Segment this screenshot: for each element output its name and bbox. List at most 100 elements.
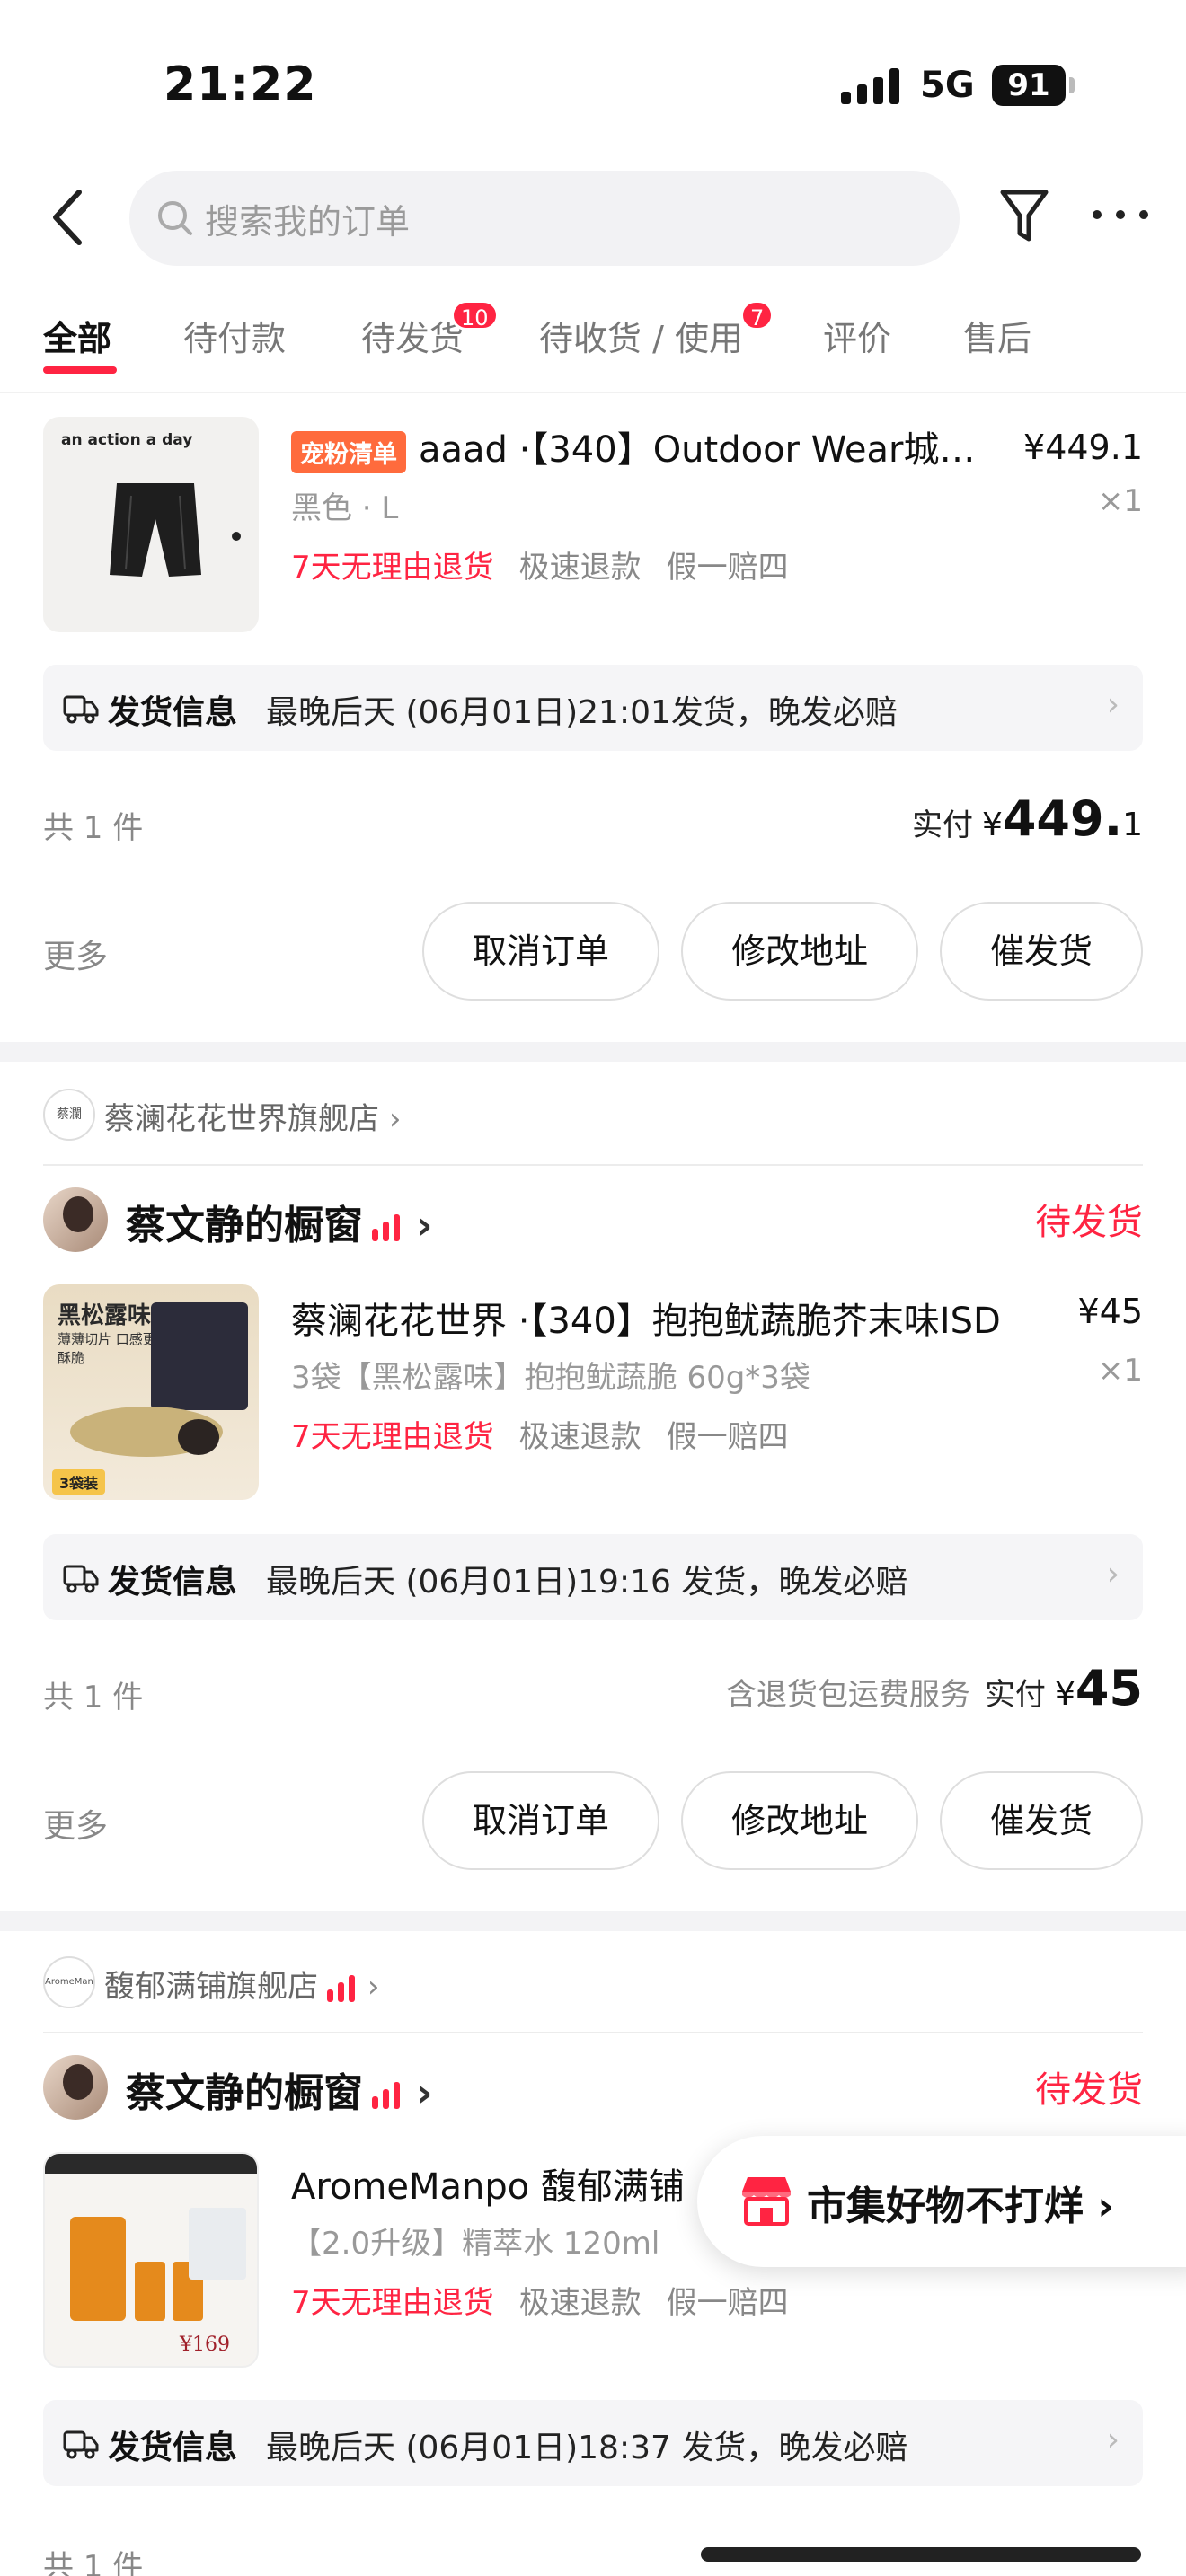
tab-pending-payment[interactable]: 待付款 [183,311,286,360]
tab-reviews[interactable]: 评价 [823,311,891,360]
fake-compensation: 假一赔四 [666,1419,789,1455]
market-promo-button[interactable]: 市集好物不打烊 › [697,2136,1186,2267]
product-thumbnail[interactable]: an action a day [43,417,259,632]
seller-name: 蔡文静的橱窗 [126,2070,363,2116]
chevron-right-icon: › [1106,2422,1120,2458]
product-spec: 3袋【黑松露味】抱抱鱿蔬脆 60g*3袋 [291,1360,810,1396]
order-card: an action a day 宠粉清单 aaad ·【340】Outdoor W… [0,395,1186,1042]
section-gap [0,1042,1186,1062]
fast-refund: 极速退款 [518,1419,642,1455]
live-icon [327,1974,358,2002]
cancel-order-button[interactable]: 取消订单 [422,1771,659,1870]
filter-icon[interactable] [997,185,1051,248]
status-bar: 21:22 5G 91 [0,0,1186,171]
more-link[interactable]: 更多 [43,931,108,977]
urge-shipment-button[interactable]: 催发货 [940,1771,1143,1870]
store-name: 馥郁满铺旗舰店 [104,1969,318,2005]
seller-row[interactable]: 蔡文静的橱窗 › 待发货 [43,1184,1143,1256]
amount-integer: 449. [1002,790,1123,847]
change-address-button[interactable]: 修改地址 [681,902,918,1001]
shipping-text: 最晚后天 (06月01日)18:37 发货，晚发必赔 [266,2430,908,2466]
search-icon [155,198,196,239]
avatar [43,1187,108,1252]
truck-icon [63,2430,99,2459]
tab-pending-receipt[interactable]: 待收货 / 使用 [539,311,743,360]
currency-symbol: ¥ [981,807,1003,843]
shipping-label: 发货信息 [108,1564,238,1601]
battery-icon: 91 [992,65,1066,106]
product-thumbnail[interactable]: ¥169 [43,2152,259,2368]
search-input[interactable]: 搜索我的订单 [129,171,960,266]
section-gap [0,1911,1186,1931]
return-policy: 7天无理由退货 [291,550,494,586]
tab-underline [43,366,117,374]
seller-row[interactable]: 蔡文静的橱窗 › 待发货 [43,2051,1143,2123]
back-icon[interactable] [43,176,97,257]
more-icon[interactable] [1093,205,1150,226]
item-count: 共 1 件 [43,810,144,846]
shipping-info-bar[interactable]: 发货信息 最晚后天 (06月01日)18:37 发货，晚发必赔 › [43,2400,1143,2486]
tab-pending-shipment[interactable]: 待发货 [361,311,464,360]
promo-text: 市集好物不打烊 [807,2183,1084,2229]
chevron-right-icon: › [1106,686,1120,723]
cancel-order-button[interactable]: 取消订单 [422,902,659,1001]
shipping-label: 发货信息 [108,2430,238,2466]
store-row[interactable]: 蔡瀾 蔡澜花花世界旗舰店 › [43,1089,1143,1142]
pending-receipt-badge: 7 [740,300,774,331]
divider [43,2032,1143,2033]
product-title-text: aaad ·【340】Outdoor Wear城市机能阔腿裤 [419,429,1001,471]
product-title[interactable]: 蔡澜花花世界 ·【340】抱抱鱿蔬脆芥末味ISD [291,1292,1046,1344]
fast-refund: 极速退款 [518,2285,642,2321]
seller-name: 蔡文静的橱窗 [126,1203,363,1248]
home-indicator [701,2547,1141,2562]
policy-tags: 7天无理由退货 极速退款 假一赔四 [291,1412,789,1456]
store-row[interactable]: AromeManpo 馥郁满铺旗舰店 › [43,1956,1143,2010]
product-price: ¥45 [1077,1292,1143,1331]
search-placeholder: 搜索我的订单 [205,202,411,242]
store-logo: AromeManpo [43,1956,95,2008]
shipping-text: 最晚后天 (06月01日)21:01发货，晚发必赔 [266,694,898,731]
product-price: ¥449.1 [1023,428,1143,467]
return-shipping-service: 含退货包运费服务 [725,1677,970,1713]
store-name: 蔡澜花花世界旗舰店 [104,1101,379,1137]
order-total-row: 共 1 件 含退货包运费服务 实付 ¥45 [43,1660,1143,1723]
status-time: 21:22 [164,57,317,111]
avatar [43,2055,108,2120]
tab-all[interactable]: 全部 [43,311,111,360]
paid-label: 实付 [984,1677,1046,1713]
item-count: 共 1 件 [43,2549,144,2576]
product-qty: ×1 [1097,1353,1143,1389]
fake-compensation: 假一赔四 [666,550,789,586]
truck-icon [63,1565,99,1593]
order-status: 待发货 [1035,1202,1143,1243]
battery-tip [1069,77,1075,93]
product-title[interactable]: 宠粉清单 aaad ·【340】Outdoor Wear城市机能阔腿裤 [291,420,1001,473]
more-link[interactable]: 更多 [43,1800,108,1847]
product-spec: 黑色 · L [291,490,399,526]
chevron-right-icon: › [1097,2183,1114,2229]
order-actions: 更多 取消订单 修改地址 催发货 [43,902,1143,1001]
paid-amount: 含退货包运费服务 实付 ¥45 [726,1660,1143,1716]
chevron-right-icon: › [416,2070,433,2116]
change-address-button[interactable]: 修改地址 [681,1771,918,1870]
promo-tag: 宠粉清单 [291,430,406,473]
tab-after-sales[interactable]: 售后 [963,311,1031,360]
amount-integer: 45 [1075,1660,1143,1716]
shipping-info-bar[interactable]: 发货信息 最晚后天 (06月01日)19:16 发货，晚发必赔 › [43,1534,1143,1620]
policy-tags: 7天无理由退货 极速退款 假一赔四 [291,543,789,587]
return-policy: 7天无理由退货 [291,1419,494,1455]
paid-label: 实付 [911,807,973,843]
chevron-right-icon: › [367,1969,380,2005]
order-actions: 更多 取消订单 修改地址 催发货 [43,1771,1143,1870]
shipping-info-bar[interactable]: 发货信息 最晚后天 (06月01日)21:01发货，晚发必赔 › [43,665,1143,751]
urge-shipment-button[interactable]: 催发货 [940,902,1143,1001]
store-icon [742,2177,791,2226]
amount-decimal: 1 [1122,807,1143,843]
order-total-row: 共 1 件 实付 ¥449.1 [43,790,1143,853]
chevron-right-icon: › [1106,1556,1120,1592]
shipping-label: 发货信息 [108,694,238,731]
item-count: 共 1 件 [43,1680,144,1716]
currency-symbol: ¥ [1054,1676,1075,1713]
product-thumbnail[interactable]: 黑松露味 薄薄切片 口感更酥脆 3袋装 [43,1284,259,1500]
truck-icon [63,695,99,724]
